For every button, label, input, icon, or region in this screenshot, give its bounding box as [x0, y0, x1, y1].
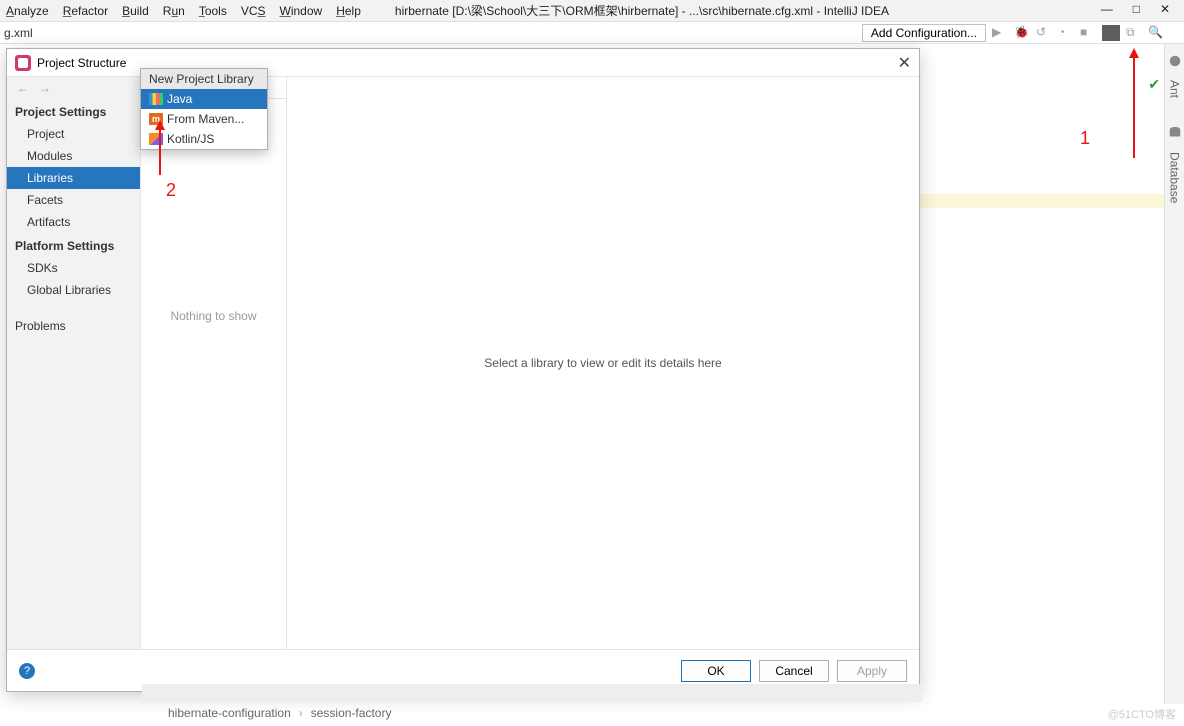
apply-button[interactable]: Apply: [837, 660, 907, 682]
popup-item-kotlinjs[interactable]: Kotlin/JS: [141, 129, 267, 149]
nav-sdks[interactable]: SDKs: [7, 257, 140, 279]
nav-heading-platform: Platform Settings: [7, 233, 140, 257]
main-toolbar: g.xml ✎ Add Configuration... ▶ 🐞 ↺ ◔ ■ ⧉…: [0, 22, 1184, 44]
nav-heading-project: Project Settings: [7, 99, 140, 123]
library-detail-placeholder: Select a library to view or edit its det…: [287, 77, 919, 649]
search-icon[interactable]: 🔍: [1148, 25, 1164, 41]
nav-libraries[interactable]: Libraries: [7, 167, 140, 189]
search-everywhere-icon[interactable]: ⧉: [1126, 25, 1142, 41]
minimize-icon[interactable]: —: [1101, 2, 1113, 16]
intellij-icon: [15, 55, 31, 71]
highlight-strip: [920, 194, 1164, 208]
add-configuration-button[interactable]: Add Configuration...: [862, 24, 986, 42]
cancel-button[interactable]: Cancel: [759, 660, 829, 682]
nav-modules[interactable]: Modules: [7, 145, 140, 167]
dialog-title: Project Structure: [37, 56, 126, 70]
dialog-close-icon[interactable]: ✕: [898, 53, 911, 73]
close-window-icon[interactable]: ✕: [1160, 2, 1170, 16]
check-icon: ✔: [1148, 76, 1160, 93]
breadcrumb: hibernate-configuration › session-factor…: [168, 706, 391, 720]
stop-icon[interactable]: ■: [1080, 25, 1096, 41]
menu-run[interactable]: Run: [163, 4, 185, 18]
help-icon[interactable]: ?: [19, 663, 35, 679]
bottom-bar: [142, 684, 922, 702]
editor-tab[interactable]: g.xml: [4, 26, 33, 40]
nav-global-libraries[interactable]: Global Libraries: [7, 279, 140, 301]
annotation-arrow-1: [1084, 48, 1144, 168]
database-label[interactable]: Database: [1168, 152, 1182, 203]
menu-analyze[interactable]: Analyze: [6, 4, 49, 18]
breadcrumb-item[interactable]: hibernate-configuration: [168, 706, 291, 720]
new-library-popup: New Project Library Java mFrom Maven... …: [140, 68, 268, 150]
nav-facets[interactable]: Facets: [7, 189, 140, 211]
ok-button[interactable]: OK: [681, 660, 751, 682]
maven-icon: m: [149, 113, 163, 125]
nav-project[interactable]: Project: [7, 123, 140, 145]
watermark: @51CTO博客: [1108, 706, 1176, 722]
popup-header: New Project Library: [141, 69, 267, 89]
library-list-panel: + − ⿻ Nothing to show: [141, 77, 287, 649]
maximize-icon[interactable]: □: [1133, 2, 1140, 16]
kotlin-icon: [149, 133, 163, 145]
ant-label[interactable]: Ant: [1168, 80, 1182, 98]
nav-artifacts[interactable]: Artifacts: [7, 211, 140, 233]
nav-forward-icon[interactable]: →: [39, 81, 51, 95]
menu-tools[interactable]: Tools: [199, 4, 227, 18]
menu-help[interactable]: Help: [336, 4, 361, 18]
debug-icon[interactable]: 🐞: [1014, 25, 1030, 41]
dialog-nav: ← → Project Settings Project Modules Lib…: [7, 77, 141, 649]
run-icon[interactable]: ▶: [992, 25, 1008, 41]
nav-problems[interactable]: Problems: [7, 315, 140, 337]
right-tool-gutter: Ant Database: [1164, 44, 1184, 704]
menu-build[interactable]: Build: [122, 4, 149, 18]
library-empty-label: Nothing to show: [141, 99, 286, 649]
chevron-right-icon: ›: [299, 706, 303, 720]
database-icon[interactable]: [1168, 126, 1182, 140]
annotation-label-1: 1: [1080, 128, 1090, 149]
window-title: hirbernate [D:\梁\School\大三下\ORM框架\hirber…: [395, 2, 889, 19]
nav-back-icon[interactable]: ←: [17, 81, 29, 95]
coverage-icon[interactable]: ↺: [1036, 25, 1052, 41]
popup-item-java[interactable]: Java: [141, 89, 267, 109]
ant-icon[interactable]: [1168, 54, 1182, 68]
menu-refactor[interactable]: Refactor: [63, 4, 108, 18]
project-structure-icon[interactable]: [1102, 25, 1120, 41]
popup-item-maven[interactable]: mFrom Maven...: [141, 109, 267, 129]
profile-icon[interactable]: ◔: [1058, 25, 1074, 41]
menu-vcs[interactable]: VCS: [241, 4, 266, 18]
breadcrumb-item[interactable]: session-factory: [311, 706, 392, 720]
annotation-label-2: 2: [166, 180, 176, 201]
menu-window[interactable]: Window: [280, 4, 323, 18]
menu-bar: Analyze Refactor Build Run Tools VCS Win…: [0, 0, 1184, 22]
java-icon: [149, 93, 163, 105]
